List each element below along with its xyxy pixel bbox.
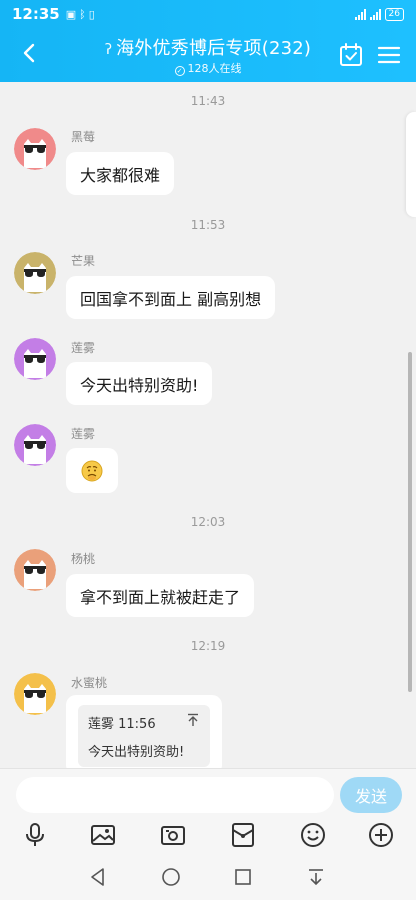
sender-name: 莲雾 bbox=[71, 341, 96, 355]
sender-name: 水蜜桃 bbox=[71, 676, 108, 690]
timestamp: 11:43 bbox=[190, 94, 226, 108]
status-bar: 12:35 ▣ ᛒ ▯ 26 bbox=[0, 0, 416, 28]
battery-icon: 26 bbox=[384, 7, 404, 21]
side-drawer-handle[interactable] bbox=[406, 112, 416, 217]
cat-sunglasses-avatar-icon bbox=[14, 128, 56, 170]
toolbar bbox=[0, 820, 416, 854]
message-bubble[interactable]: 今天出特别资助! bbox=[66, 362, 213, 405]
signal-icon-2 bbox=[369, 8, 381, 20]
nav-dropdown-button[interactable] bbox=[304, 865, 328, 889]
quoted-message[interactable]: 莲雾 11:56 今天出特别资助! bbox=[78, 705, 210, 767]
red-packet-icon bbox=[232, 823, 254, 847]
scrollbar[interactable] bbox=[408, 352, 412, 692]
download-arrow-icon bbox=[309, 869, 323, 886]
emoji-button[interactable] bbox=[300, 822, 326, 848]
emoji-message-bubble[interactable] bbox=[66, 448, 118, 493]
timestamp: 12:03 bbox=[190, 515, 226, 529]
voice-button[interactable] bbox=[22, 822, 48, 848]
hamburger-icon bbox=[377, 46, 401, 64]
calendar-button[interactable] bbox=[338, 42, 364, 68]
cat-sunglasses-avatar-icon bbox=[14, 338, 56, 380]
chat-header: 12:35 ▣ ᛒ ▯ 26 ʔ 海外优秀博后专项(232) ✓ 128人在线 bbox=[0, 0, 416, 82]
square-recents-icon bbox=[235, 869, 251, 885]
system-nav-bar bbox=[0, 854, 416, 900]
sender-name: 芒果 bbox=[71, 254, 96, 268]
signal-icon bbox=[354, 8, 366, 20]
nav-home-button[interactable] bbox=[159, 865, 183, 889]
cat-sunglasses-avatar-icon bbox=[14, 673, 56, 715]
message-bubble[interactable]: 回国拿不到面上 副高别想 bbox=[66, 276, 276, 319]
status-time: 12:35 bbox=[12, 5, 60, 23]
circle-home-icon bbox=[162, 868, 180, 886]
camera-icon bbox=[161, 826, 185, 845]
avatar[interactable] bbox=[14, 673, 56, 715]
vibrate-icon: ▯ bbox=[88, 7, 95, 21]
smiley-icon bbox=[301, 823, 325, 847]
status-right-icons: 26 bbox=[354, 7, 404, 21]
message-bubble[interactable]: 拿不到面上就被赶走了 bbox=[66, 574, 255, 617]
quoted-text: 今天出特别资助! bbox=[88, 745, 185, 760]
cat-sunglasses-avatar-icon bbox=[14, 252, 56, 294]
online-count-text: 128人在线 bbox=[187, 62, 242, 75]
ear-icon: ʔ bbox=[104, 42, 113, 58]
jump-to-top-icon bbox=[188, 713, 198, 726]
input-bar: 发送 bbox=[0, 768, 416, 820]
send-button[interactable]: 发送 bbox=[340, 777, 402, 813]
timestamp: 12:19 bbox=[190, 639, 226, 653]
photo-notification-icon: ▣ bbox=[65, 7, 77, 21]
red-packet-button[interactable] bbox=[230, 822, 256, 848]
more-button[interactable] bbox=[368, 822, 394, 848]
check-circle-icon: ✓ bbox=[174, 66, 185, 76]
camera-button[interactable] bbox=[160, 822, 186, 848]
triangle-back-icon bbox=[91, 868, 104, 886]
avatar[interactable] bbox=[14, 549, 56, 591]
avatar[interactable] bbox=[14, 424, 56, 466]
avatar[interactable] bbox=[14, 128, 56, 170]
sender-name: 杨桃 bbox=[71, 552, 96, 566]
timestamp: 11:53 bbox=[190, 218, 226, 232]
bluetooth-icon: ᛒ bbox=[79, 7, 86, 21]
cat-sunglasses-avatar-icon bbox=[14, 424, 56, 466]
plus-circle-icon bbox=[369, 823, 393, 847]
reply-message-bubble[interactable]: 莲雾 11:56 今天出特别资助! bbox=[66, 695, 222, 768]
nav-back-button[interactable] bbox=[86, 865, 110, 889]
worried-face-icon bbox=[81, 460, 103, 481]
message-bubble[interactable]: 大家都很难 bbox=[66, 152, 175, 195]
calendar-check-icon bbox=[340, 43, 362, 66]
photo-button[interactable] bbox=[90, 822, 116, 848]
nav-recents-button[interactable] bbox=[231, 865, 255, 889]
menu-button[interactable] bbox=[376, 42, 402, 68]
avatar[interactable] bbox=[14, 338, 56, 380]
sender-name: 莲雾 bbox=[71, 427, 96, 441]
title-bar: ʔ 海外优秀博后专项(232) ✓ 128人在线 bbox=[0, 28, 416, 82]
cat-sunglasses-avatar-icon bbox=[14, 549, 56, 591]
group-title-text: 海外优秀博后专项(232) bbox=[116, 38, 312, 59]
status-left-icons: ▣ ᛒ ▯ bbox=[66, 8, 95, 21]
microphone-icon bbox=[26, 823, 44, 846]
sender-name: 黑莓 bbox=[71, 130, 96, 144]
image-icon bbox=[91, 825, 115, 845]
message-input[interactable] bbox=[16, 777, 334, 813]
message-list[interactable]: 11:43 黑莓 大家都很难 11:53 芒果 回国拿不到面上 副高别想 莲雾 … bbox=[0, 82, 416, 768]
avatar[interactable] bbox=[14, 252, 56, 294]
quoted-author-time: 莲雾 11:56 bbox=[88, 717, 156, 732]
